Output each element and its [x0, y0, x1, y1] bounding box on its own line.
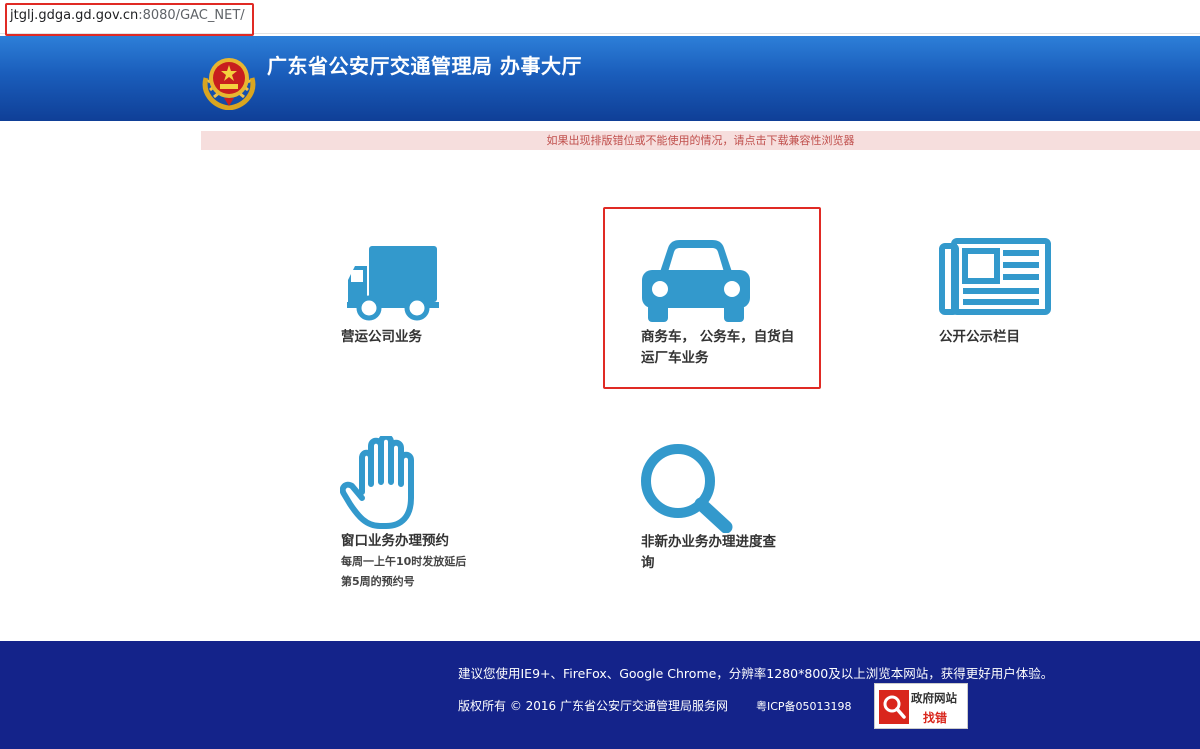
hand-icon	[340, 436, 414, 529]
tile-sublabel-line1: 每周一上午10时发放延后	[341, 555, 467, 568]
tile-sublabel: 每周一上午10时发放延后 第5周的预约号	[341, 552, 466, 592]
tile-window-appointment[interactable]: 窗口业务办理预约 每周一上午10时发放延后 第5周的预约号	[340, 436, 490, 596]
browser-recommendation-text: 建议您使用IE9+、FireFox、Google Chrome，分辨率1280*…	[458, 666, 1054, 681]
icp-link[interactable]: 粤ICP备05013198	[756, 698, 852, 714]
truck-icon	[347, 246, 439, 321]
search-icon	[641, 444, 733, 533]
tile-label-line1: 非新办业务办理进度查	[641, 534, 776, 550]
tile-label: 窗口业务办理预约	[341, 533, 449, 549]
tile-label: 非新办业务办理进度查 询	[641, 532, 776, 574]
tile-progress-query[interactable]: 非新办业务办理进度查 询	[640, 443, 800, 578]
page-title: 广东省公安厅交通管理局 办事大厅	[267, 54, 582, 78]
url-highlight-box	[5, 3, 254, 36]
badge-text-line1: 政府网站	[911, 691, 957, 705]
tile-label: 营运公司业务	[341, 329, 422, 345]
tile-operating-company[interactable]: 营运公司业务	[340, 244, 450, 354]
tile-label: 公开公示栏目	[939, 329, 1020, 345]
tile-label-line2: 询	[641, 555, 655, 571]
magnifier-badge-icon	[879, 690, 909, 724]
badge-text-line2: 找错	[923, 711, 948, 725]
browser-compat-notice[interactable]: 如果出现排版错位或不能使用的情况，请点击下载兼容性浏览器	[201, 131, 1200, 150]
site-header: 广东省公安厅交通管理局 办事大厅	[0, 36, 1200, 121]
police-emblem-icon	[202, 58, 256, 110]
copyright-text: 版权所有 © 2016 广东省公安厅交通管理局服务网	[458, 699, 728, 713]
tile-public-notice[interactable]: 公开公示栏目	[938, 238, 1058, 348]
selection-highlight-box	[603, 207, 821, 389]
site-footer: 建议您使用IE9+、FireFox、Google Chrome，分辨率1280*…	[0, 641, 1200, 749]
tile-sublabel-line2: 第5周的预约号	[341, 575, 415, 588]
gov-site-error-report-badge[interactable]: 政府网站 找错	[874, 683, 968, 729]
newspaper-icon	[939, 238, 1051, 315]
browser-address-bar: jtglj.gdga.gd.gov.cn:8080/GAC_NET/	[0, 0, 1200, 36]
